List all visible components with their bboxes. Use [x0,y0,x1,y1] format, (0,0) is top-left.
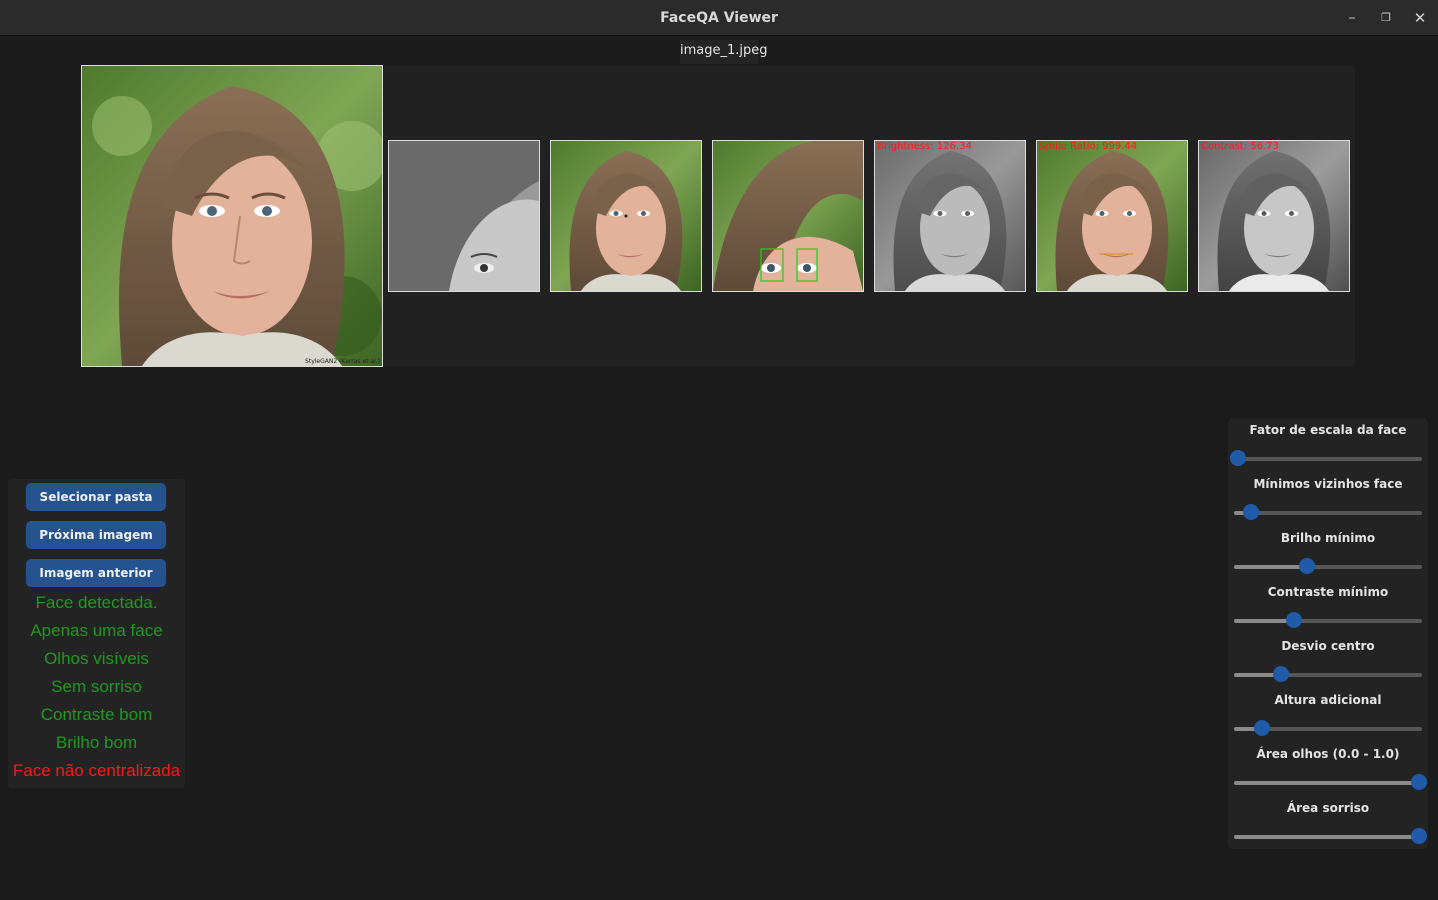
slider-track[interactable] [1229,450,1422,466]
smile-ratio-label: Smile Ratio: 999.44 [1039,141,1138,152]
maximize-icon[interactable]: ❐ [1376,8,1396,28]
slider-fill [1234,565,1308,569]
control-panel: Selecionar pasta Próxima imagem Imagem a… [8,479,185,788]
slider-label: Contraste mínimo [1267,585,1389,599]
slider-handle[interactable] [1254,720,1271,736]
brightness-label: Brightness: 126.34 [877,141,972,152]
status-message: Face detectada. [35,593,158,612]
thumbnail-smile: Smile Ratio: 999.44 [1036,140,1188,292]
watermark-text: StyleGAN2 (Karras et al.) [305,358,380,365]
slider-track[interactable] [1234,558,1422,574]
slider-handle[interactable] [1299,558,1316,574]
thumbnail-contrast: Contrast: 56.73 [1198,140,1350,292]
slider-track[interactable] [1234,828,1428,844]
thumbnail-grayscale-crop [388,140,540,292]
slider-handle[interactable] [1242,504,1259,520]
contrast-label: Contrast: 56.73 [1201,141,1279,152]
title-bar: FaceQA Viewer – ❐ ✕ [0,0,1438,36]
main-face-image: StyleGAN2 (Karras et al.) [81,65,383,367]
select-folder-button[interactable]: Selecionar pasta [26,483,166,511]
slider-track[interactable] [1234,666,1422,682]
slider-label: Altura adicional [1274,693,1382,707]
slider-track[interactable] [1234,612,1422,628]
thumbnail-eyes-detected [712,140,864,292]
slider-fill [1234,619,1295,623]
window-title: FaceQA Viewer [660,10,778,26]
status-message: Sem sorriso [51,677,142,696]
status-message: Brilho bom [55,733,138,752]
slider-fill [1234,835,1422,839]
image-filename: image_1.jpeg [680,40,768,64]
slider-track[interactable] [1234,774,1428,790]
status-message: Apenas uma face [30,621,163,640]
slider-label: Área sorriso [1286,801,1370,815]
slider-track[interactable] [1234,504,1422,520]
prev-image-button[interactable]: Imagem anterior [26,559,166,587]
slider-handle[interactable] [1229,450,1246,466]
thumbnail-face-center [550,140,702,292]
status-message: Face não centralizada [12,761,181,780]
slider-label: Mínimos vizinhos face [1253,477,1403,491]
slider-label: Desvio centro [1281,639,1375,653]
slider-fill [1234,781,1422,785]
slider-handle[interactable] [1411,774,1428,790]
slider-track[interactable] [1234,720,1422,736]
status-message: Contraste bom [40,705,153,724]
status-message: Olhos visíveis [44,649,149,668]
slider-handle[interactable] [1273,666,1289,682]
slider-label: Fator de escala da face [1249,423,1407,437]
close-icon[interactable]: ✕ [1410,8,1430,28]
slider-label: Área olhos (0.0 - 1.0) [1256,747,1400,761]
minimize-icon[interactable]: – [1342,8,1362,28]
next-image-button[interactable]: Próxima imagem [26,521,166,549]
slider-panel: Fator de escala da face Mínimos vizinhos … [1228,418,1428,849]
slider-handle[interactable] [1411,828,1428,844]
slider-handle[interactable] [1286,612,1303,628]
thumbnail-brightness: Brightness: 126.34 [874,140,1026,292]
slider-label: Brilho mínimo [1280,531,1376,545]
